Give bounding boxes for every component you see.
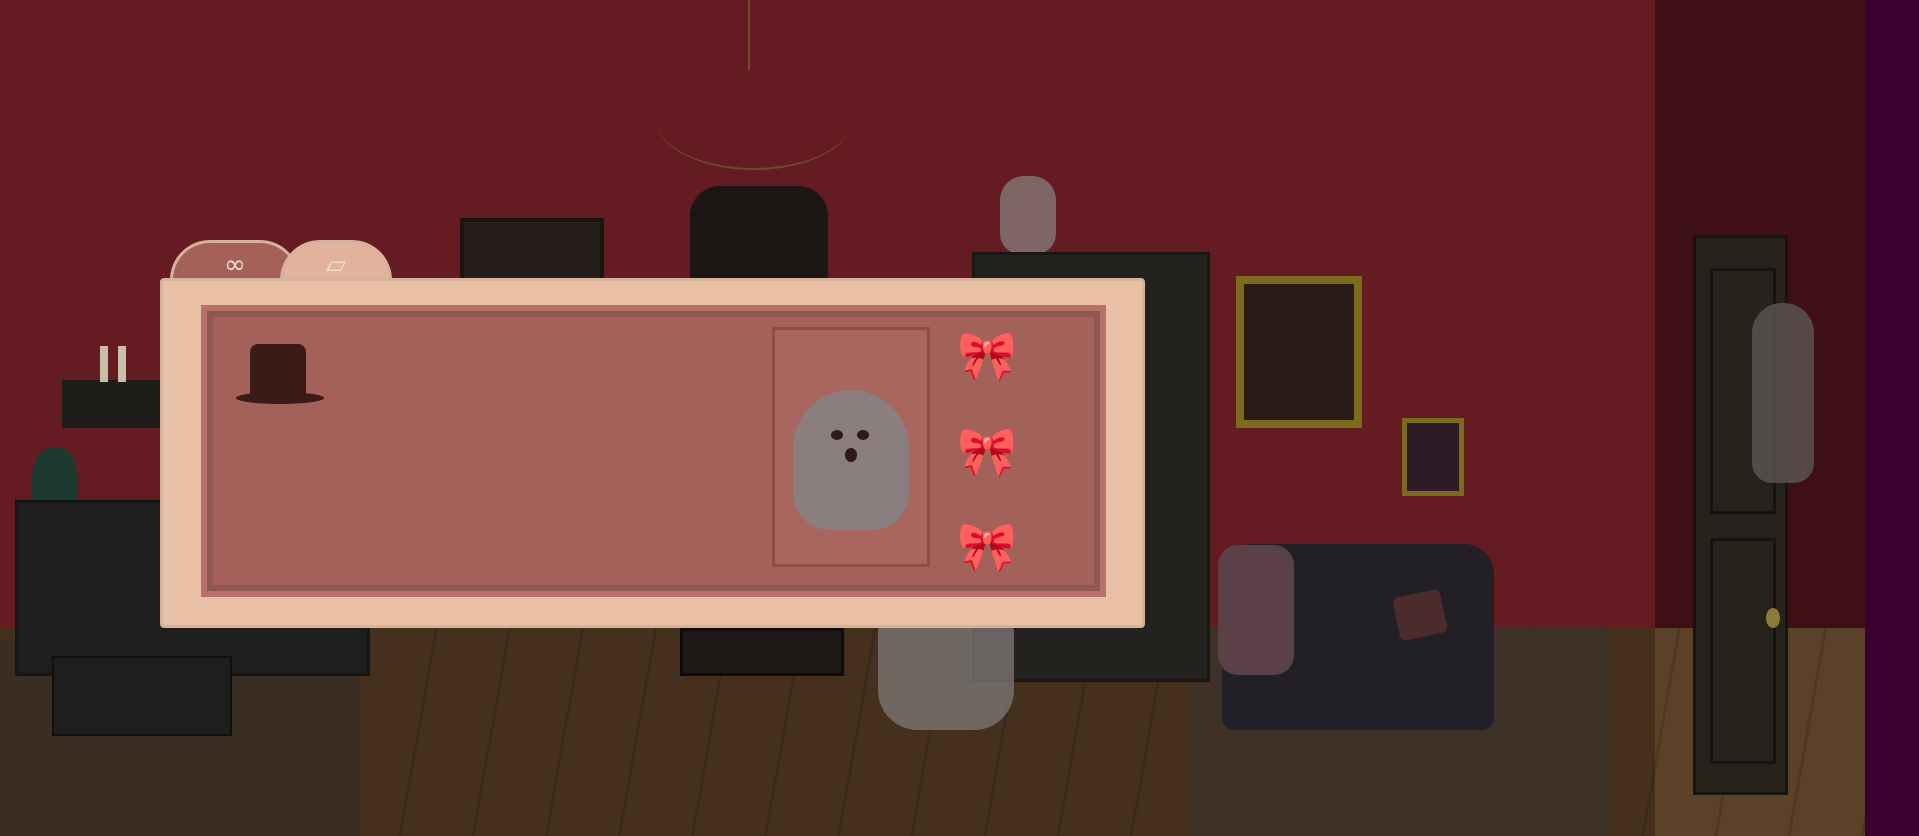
inventory-item-top-hat[interactable]: [236, 344, 324, 416]
painting-back: [460, 218, 604, 282]
screen-edge: [1865, 0, 1919, 836]
door-panel-lower: [1710, 538, 1776, 764]
top-hat-icon: [250, 344, 306, 396]
top-hat-brim: [236, 392, 324, 404]
grandfather-clock-top[interactable]: [690, 186, 828, 282]
ghost-eye: [857, 430, 869, 440]
candle-icon: [118, 346, 126, 382]
ghost-portrait-icon: [793, 390, 909, 530]
grandfather-clock-base: [680, 628, 844, 676]
sofa-blanket: [1218, 545, 1294, 675]
ghost-character[interactable]: [878, 622, 1014, 730]
bow-slot-3[interactable]: 🎀: [956, 515, 1018, 577]
candle-icon: [100, 346, 108, 382]
hanging-coat[interactable]: [1752, 303, 1814, 483]
ghost-eye: [831, 430, 843, 440]
bow-slot-1[interactable]: 🎀: [956, 324, 1018, 386]
wall-shelf: [62, 380, 162, 428]
chandelier-wire: [748, 0, 750, 70]
flower-vase[interactable]: [1000, 176, 1056, 254]
ghost-mouth: [845, 448, 857, 462]
spectacles-icon: ∞: [224, 249, 246, 280]
bow-icon: 🎀: [957, 327, 1017, 384]
gold-framed-painting[interactable]: [1236, 276, 1362, 428]
small-framed-painting[interactable]: [1402, 418, 1464, 496]
character-portrait[interactable]: [772, 327, 930, 567]
cards-icon: ▱: [326, 249, 346, 280]
bow-slot-2[interactable]: 🎀: [956, 420, 1018, 482]
piano-bench: [52, 656, 232, 736]
chandelier[interactable]: [656, 68, 852, 170]
door-knob[interactable]: [1766, 608, 1780, 628]
bow-icon: 🎀: [957, 423, 1017, 480]
bow-icon: 🎀: [957, 518, 1017, 575]
